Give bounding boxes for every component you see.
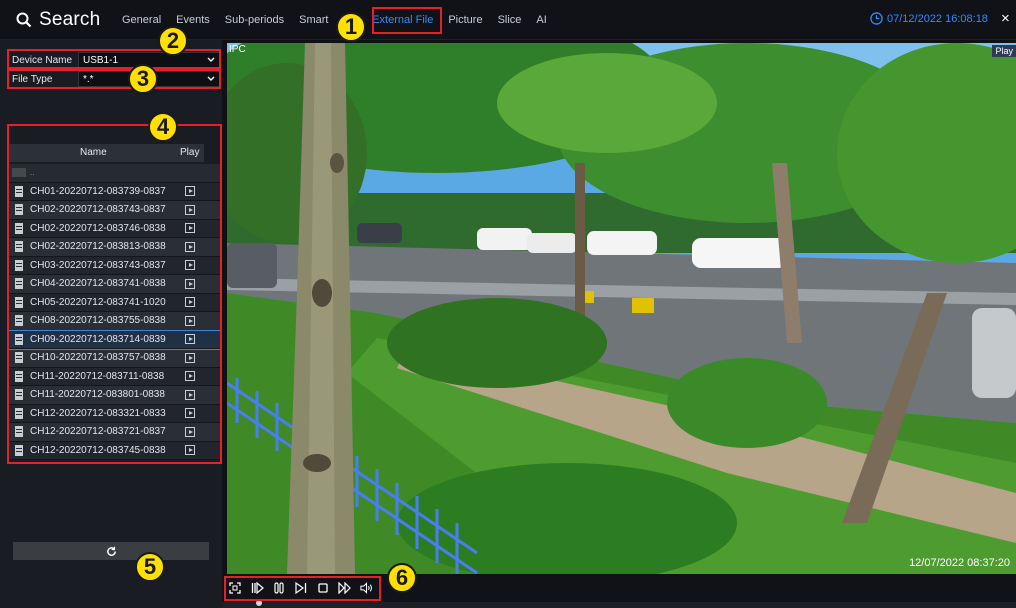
channel-label: IPC [229, 44, 246, 55]
system-datetime: 07/12/2022 16:08:18 [870, 12, 988, 25]
highlight-file-type [7, 69, 221, 89]
annotation-badge-5: 5 [135, 552, 165, 582]
close-button[interactable]: × [1001, 10, 1010, 27]
annotation-badge-6: 6 [387, 563, 417, 593]
refresh-icon [106, 546, 116, 556]
clock-icon [870, 12, 883, 25]
highlight-device-name [7, 49, 221, 69]
refresh-button[interactable] [13, 542, 209, 560]
playback-timeline[interactable] [222, 602, 1016, 608]
search-icon [16, 12, 32, 28]
highlight-file-list [7, 124, 222, 464]
annotation-badge-1: 1 [336, 12, 366, 42]
tab-ai[interactable]: AI [536, 14, 546, 26]
highlight-playback-controls [224, 576, 381, 601]
annotation-badge-2: 2 [158, 26, 188, 56]
tab-smart[interactable]: Smart [299, 14, 328, 26]
datetime-text: 07/12/2022 16:08:18 [887, 12, 988, 25]
tab-sub-periods[interactable]: Sub-periods [225, 14, 284, 26]
top-bar: Search General Events Sub-periods Smart … [0, 0, 1016, 40]
tab-general[interactable]: General [122, 14, 161, 26]
video-timestamp: 12/07/2022 08:37:20 [909, 557, 1010, 569]
highlight-external-file-tab [372, 7, 442, 34]
annotation-badge-4: 4 [148, 112, 178, 142]
annotation-badge-3: 3 [128, 64, 158, 94]
camera-frame-image [227, 43, 1016, 574]
tab-picture[interactable]: Picture [448, 14, 482, 26]
tab-slice[interactable]: Slice [498, 14, 522, 26]
page-title-text: Search [39, 9, 101, 30]
tab-events[interactable]: Events [176, 14, 210, 26]
video-player[interactable]: IPC Play 12/07/2022 08:37:20 [227, 43, 1016, 574]
page-title: Search [16, 8, 100, 32]
play-status-label: Play [992, 45, 1016, 57]
